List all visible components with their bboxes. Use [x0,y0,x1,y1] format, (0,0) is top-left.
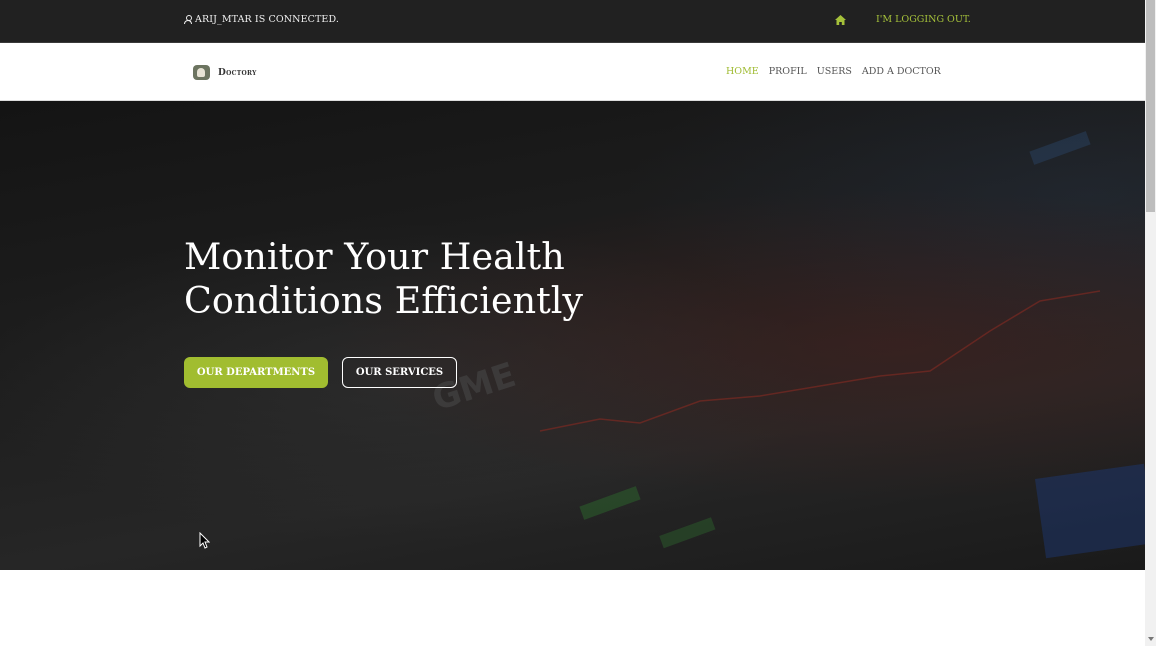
nav-item-add-doctor[interactable]: ADD A DOCTOR [862,66,941,77]
main-navbar: Doctory HOME PROFIL USERS ADD A DOCTOR [0,43,1145,101]
hero-title: Monitor Your Health Conditions Efficient… [184,235,584,322]
connection-status: ARIJ_MTAR IS CONNECTED. [184,14,339,25]
our-departments-button[interactable]: OUR DEPARTMENTS [184,357,328,388]
hero-background-image: GME [428,131,1145,559]
scroll-down-arrow-icon[interactable] [1148,637,1154,641]
our-services-button[interactable]: OUR SERVICES [342,357,457,388]
user-icon [184,15,192,24]
brand-name: Doctory [218,67,257,78]
nav-item-users[interactable]: USERS [817,66,852,77]
nav-item-home[interactable]: HOME [726,66,759,77]
mouse-cursor-icon [199,532,210,549]
nav-item-profil[interactable]: PROFIL [769,66,807,77]
vertical-scrollbar[interactable] [1145,0,1156,646]
connection-status-text: ARIJ_MTAR IS CONNECTED. [195,14,339,25]
hero-banner: GME Monitor Your Health Conditions Effic… [0,101,1145,570]
page: ARIJ_MTAR IS CONNECTED. I'M LOGGING OUT.… [0,0,1145,646]
home-icon[interactable] [835,15,846,25]
brand[interactable]: Doctory [193,65,257,80]
content-section [0,571,1145,646]
top-bar: ARIJ_MTAR IS CONNECTED. I'M LOGGING OUT. [0,0,1145,43]
nav-menu: HOME PROFIL USERS ADD A DOCTOR [726,66,941,77]
scrollbar-thumb[interactable] [1146,0,1155,212]
logout-link[interactable]: I'M LOGGING OUT. [876,14,971,25]
doctor-logo-icon [193,65,210,80]
